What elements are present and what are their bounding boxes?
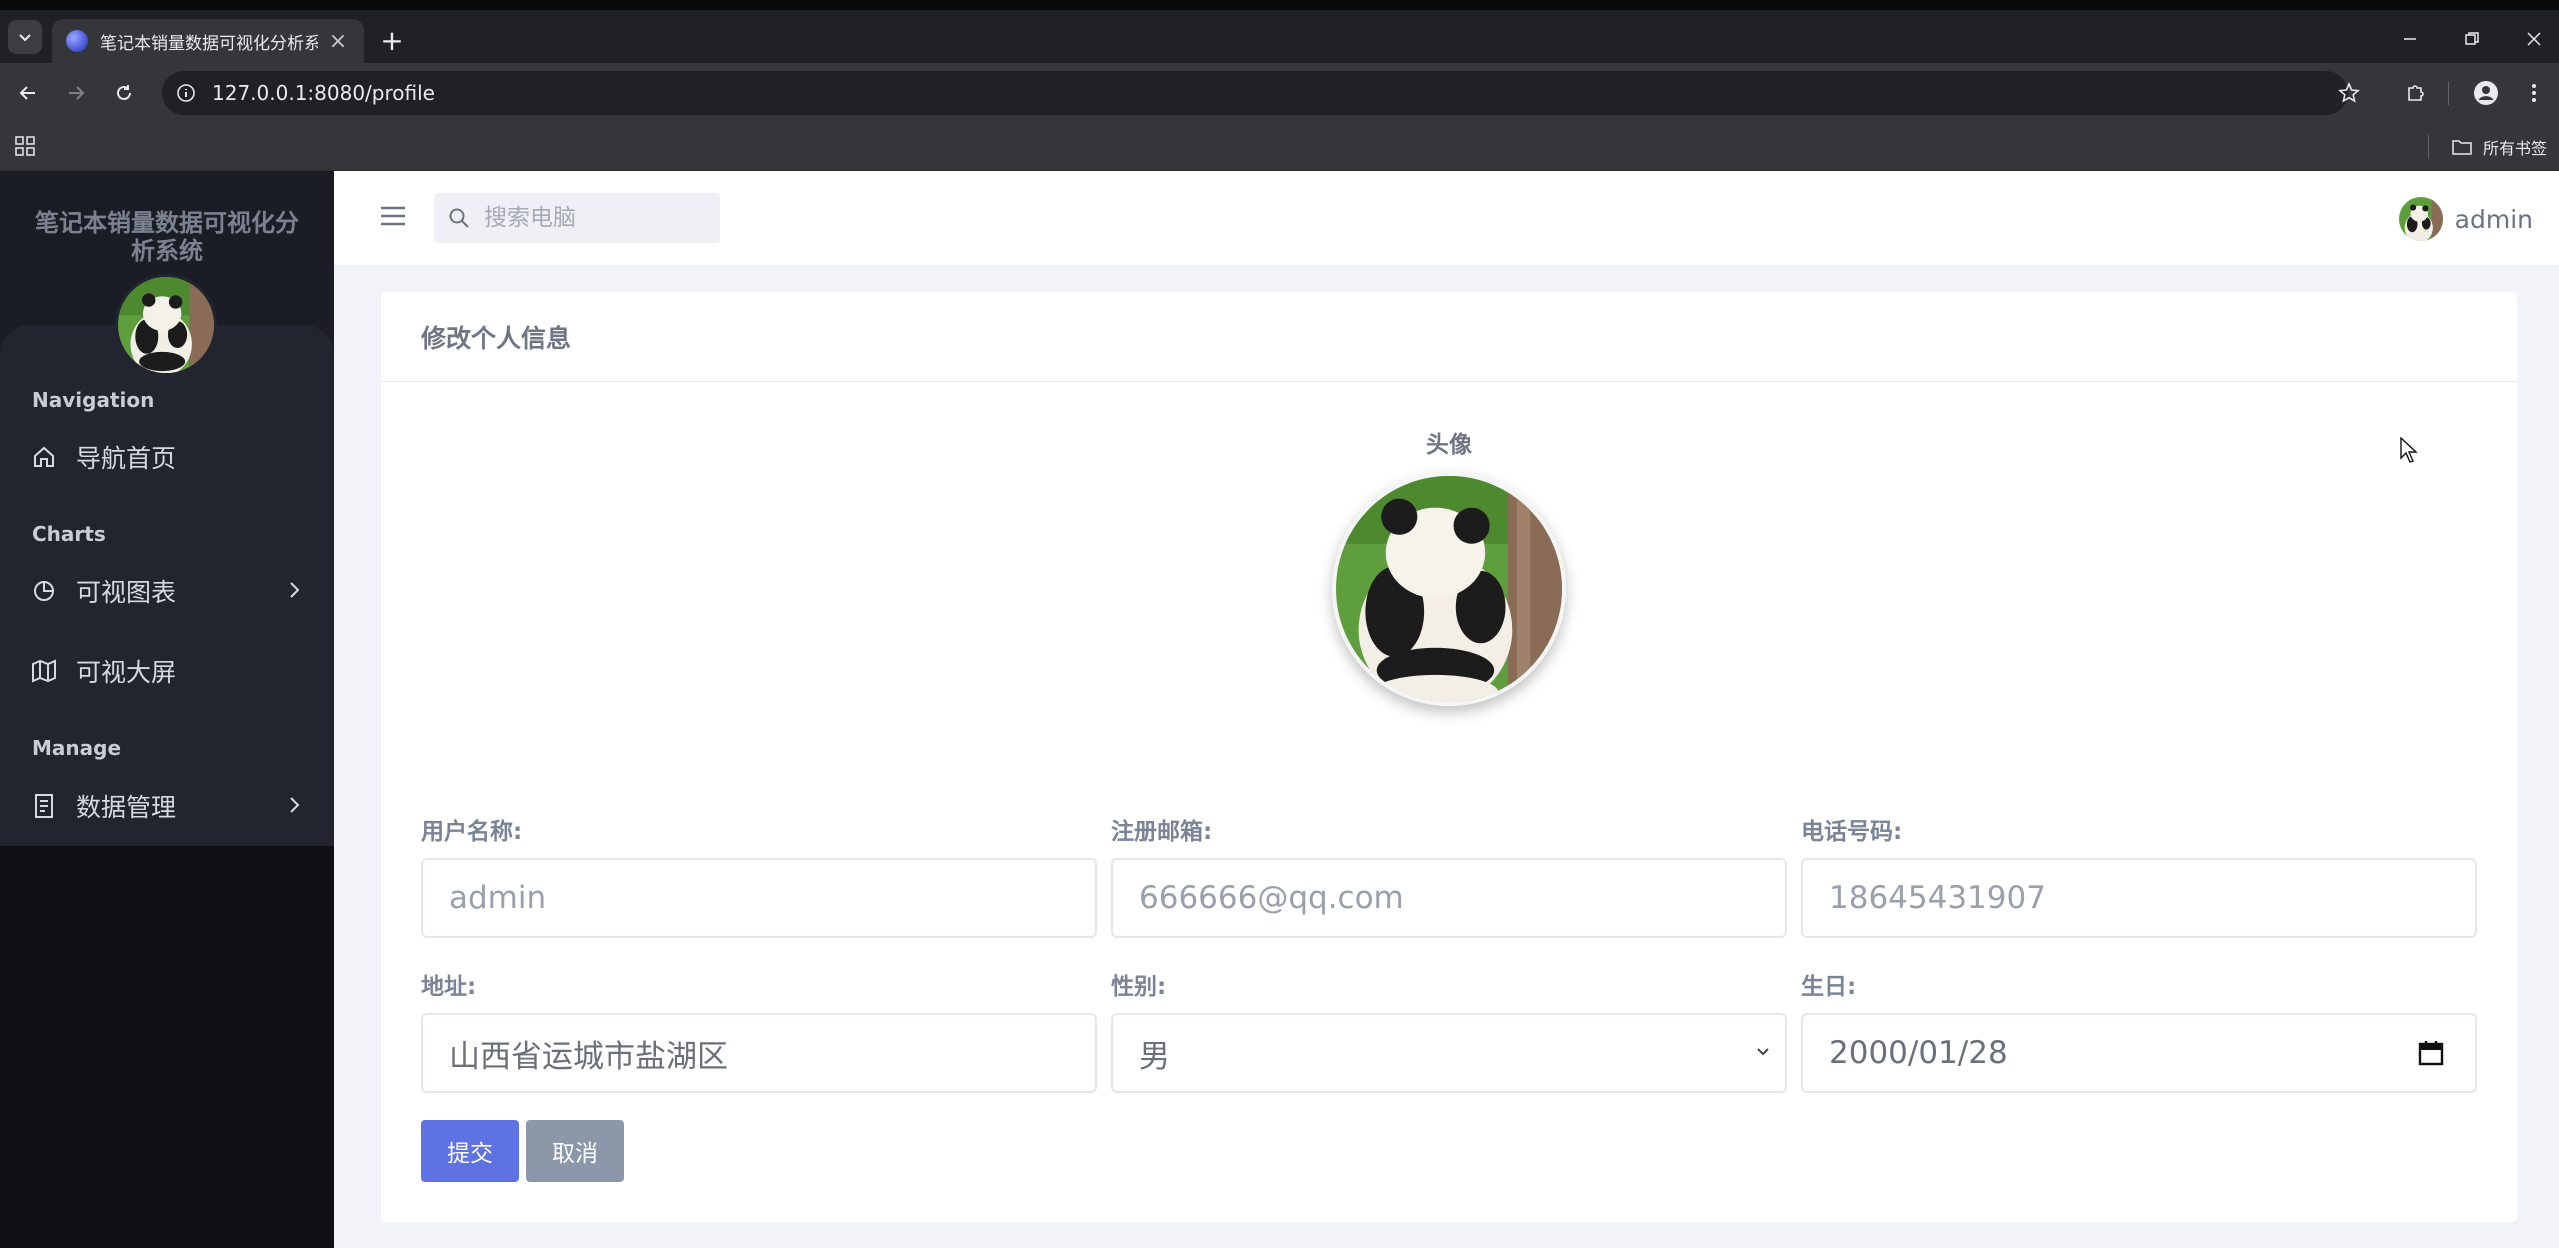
sidebar-brand[interactable]: 笔记本销量数据可视化分析系统 (30, 209, 304, 265)
sidebar-section-navigation: Navigation (32, 388, 155, 412)
document-icon (30, 792, 58, 820)
user-avatar[interactable] (2398, 197, 2443, 241)
site-favicon-icon (66, 30, 88, 52)
username-input[interactable]: admin (421, 858, 1097, 938)
submit-button[interactable]: 提交 (421, 1120, 519, 1182)
email-input[interactable]: 666666@qq.com (1111, 858, 1787, 938)
arrow-left-icon (19, 86, 35, 100)
tab-title: 笔记本销量数据可视化分析系统 (100, 33, 318, 54)
gender-select[interactable]: 男 (1111, 1013, 1787, 1093)
map-icon (30, 657, 58, 685)
menu-kebab-icon[interactable] (2518, 77, 2550, 109)
app-root: 笔记本销量数据可视化分析系统 Navigation 导航首页 Charts 可视… (0, 171, 2559, 1248)
browser-tab-active[interactable]: 笔记本销量数据可视化分析系统 × (52, 19, 364, 63)
chevron-down-icon (19, 34, 31, 42)
back-button[interactable] (12, 77, 44, 109)
avatar-label: 头像 (1426, 432, 1472, 458)
tab-close-icon[interactable]: × (326, 29, 350, 54)
profile-card: 修改个人信息 头像 用户名称: admin 注册邮箱: 666666@qq.co… (381, 292, 2517, 1222)
top-navbar: admin (334, 171, 2559, 265)
pie-chart-icon (30, 577, 58, 605)
birthday-label: 生日: (1801, 974, 1857, 1000)
mouse-cursor-icon (2400, 437, 2418, 463)
window-frame (0, 0, 2559, 10)
sidebar-item-home[interactable]: 导航首页 (0, 427, 334, 487)
sidebar-item-data-manage[interactable]: 数据管理 (0, 776, 334, 836)
search-icon (449, 208, 469, 228)
reload-icon (117, 85, 131, 100)
calendar-icon[interactable] (2417, 1039, 2445, 1067)
sidebar-item-label: 导航首页 (76, 444, 177, 473)
sidebar-item-charts[interactable]: 可视图表 (0, 561, 334, 621)
close-window-icon[interactable] (2514, 28, 2554, 52)
toolbar-divider (2448, 81, 2449, 105)
cancel-button[interactable]: 取消 (526, 1120, 624, 1182)
sidebar-item-big-screen[interactable]: 可视大屏 (0, 641, 334, 701)
browser-toolbar: 127.0.0.1:8080/profile (0, 63, 2559, 123)
arrow-right-icon (69, 86, 85, 100)
phone-input[interactable]: 18645431907 (1801, 858, 2477, 938)
user-menu[interactable]: admin (2398, 197, 2533, 241)
bookmarks-bar: 所有书签 (0, 123, 2559, 171)
gender-selected-value: 男 (1139, 1038, 1170, 1075)
site-info-icon[interactable] (176, 83, 196, 103)
address-bar[interactable]: 127.0.0.1:8080/profile (162, 71, 2348, 115)
bookmark-star-icon[interactable] (2333, 77, 2365, 109)
birthday-value: 2000/01/28 (1829, 1035, 2008, 1071)
minimize-icon[interactable] (2390, 28, 2430, 52)
all-bookmarks-button[interactable]: 所有书签 (2451, 135, 2547, 159)
gender-label: 性别: (1111, 974, 1167, 1000)
sidebar-section-manage: Manage (32, 736, 122, 760)
folder-icon (2452, 140, 2472, 155)
tab-search-button[interactable] (8, 20, 42, 54)
url-text[interactable]: 127.0.0.1:8080/profile (212, 81, 435, 105)
apps-grid-icon[interactable] (14, 135, 36, 161)
tab-strip: 笔记本销量数据可视化分析系统 × + (0, 10, 2559, 63)
bookmarks-divider (2428, 135, 2429, 159)
username-label[interactable]: admin (2455, 205, 2533, 234)
username-label: 用户名称: (421, 819, 523, 845)
home-icon (30, 443, 58, 471)
profile-avatar-upload[interactable] (1332, 472, 1566, 706)
restore-icon[interactable] (2452, 28, 2492, 52)
panda-avatar-image (118, 277, 214, 373)
sidebar: 笔记本销量数据可视化分析系统 Navigation 导航首页 Charts 可视… (0, 171, 334, 1248)
card-header: 修改个人信息 (381, 292, 2517, 382)
phone-label: 电话号码: (1801, 819, 1903, 845)
chevron-right-icon (290, 582, 300, 598)
chevron-right-icon (290, 797, 300, 813)
sidebar-item-label: 可视图表 (76, 578, 177, 607)
panda-avatar-image (1336, 476, 1562, 702)
panda-avatar-image (2398, 197, 2443, 241)
email-label: 注册邮箱: (1111, 819, 1213, 845)
sidebar-section-charts: Charts (32, 522, 106, 546)
hamburger-menu-icon[interactable] (380, 205, 406, 231)
forward-button[interactable] (60, 77, 92, 109)
extensions-icon[interactable] (2400, 77, 2432, 109)
sidebar-item-label: 可视大屏 (76, 658, 177, 687)
profile-icon[interactable] (2470, 77, 2502, 109)
page-title: 修改个人信息 (421, 323, 572, 353)
chevron-down-icon (1757, 1048, 1769, 1056)
search-box[interactable] (434, 193, 720, 243)
search-input[interactable] (484, 205, 704, 231)
sidebar-avatar (118, 277, 214, 373)
sidebar-item-label: 数据管理 (76, 793, 177, 822)
address-label: 地址: (421, 974, 477, 1000)
birthday-date-input[interactable]: 2000/01/28 (1801, 1013, 2477, 1093)
new-tab-button[interactable]: + (376, 26, 408, 58)
reload-button[interactable] (108, 77, 140, 109)
address-input[interactable]: 山西省运城市盐湖区 (421, 1013, 1097, 1093)
all-bookmarks-label: 所有书签 (2482, 139, 2547, 158)
